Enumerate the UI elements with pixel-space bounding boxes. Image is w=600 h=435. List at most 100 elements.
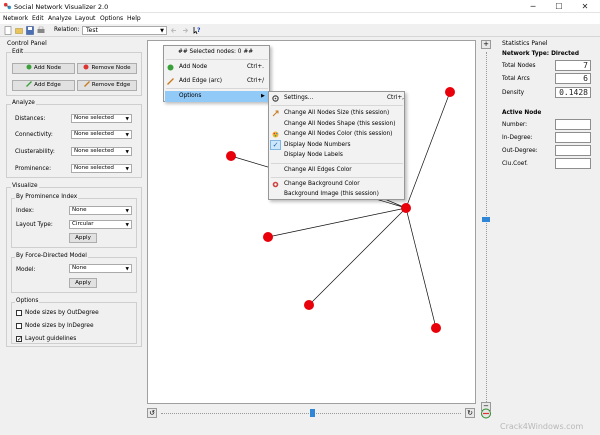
add-edge-label: Add Edge [34, 82, 61, 88]
app-icon [3, 2, 12, 10]
rotate-handle[interactable] [310, 409, 315, 417]
palette-icon [272, 131, 279, 138]
minimize-button[interactable]: ─ [520, 0, 546, 13]
arrow-right-icon[interactable] [181, 26, 189, 35]
model-value: None [72, 265, 87, 271]
whats-this-icon[interactable]: ? [193, 26, 201, 35]
graph-node[interactable] [263, 232, 273, 242]
active-node-title: Active Node [502, 110, 542, 116]
edge [405, 91, 451, 209]
distances-select[interactable]: None selected ▼ [71, 114, 132, 123]
prominence-apply-button[interactable]: Apply [69, 233, 97, 243]
add-node-button[interactable]: Add Node [12, 63, 75, 74]
reset-view-icon[interactable] [480, 408, 492, 419]
options-menu-item[interactable]: Options ▶ [165, 91, 269, 102]
index-select[interactable]: None ▼ [69, 206, 132, 215]
graph-node[interactable] [445, 87, 455, 97]
menu-analyze[interactable]: Analyze [48, 15, 72, 22]
edges-color-menu-item[interactable]: Change All Edges Color [269, 165, 404, 176]
add-node-menu-label: Add Node [179, 64, 208, 70]
outdegree-checkbox[interactable] [16, 310, 22, 316]
indegree-checkbox[interactable] [16, 323, 22, 329]
background-image-label: Background Image (this session) [284, 191, 379, 197]
maximize-button[interactable]: ☐ [546, 0, 572, 13]
options-group-title: Options [15, 298, 40, 304]
layout-guidelines-checkbox[interactable]: ✓ [16, 336, 22, 343]
add-edge-icon [26, 81, 33, 87]
relation-value: Test [86, 27, 98, 34]
save-icon[interactable] [26, 26, 34, 35]
density-value: 0.1428 [555, 87, 591, 98]
menu-layout[interactable]: Layout [75, 15, 95, 22]
menu-separator [271, 163, 403, 164]
chevron-down-icon: ▼ [125, 133, 129, 138]
add-edge-menu-item[interactable]: Add Edge (arc) Ctrl+/ [164, 76, 269, 87]
remove-node-button[interactable]: Remove Node [77, 63, 137, 74]
force-model-title: By Force-Directed Model [15, 253, 88, 259]
total-nodes-value: 7 [555, 60, 591, 71]
zoom-slider[interactable]: + − [480, 40, 494, 411]
index-value: None [72, 207, 87, 213]
arrow-left-icon[interactable] [170, 26, 178, 35]
add-node-label: Add Node [33, 65, 62, 71]
nodes-size-menu-item[interactable]: Change All Nodes Size (this session) [269, 108, 404, 119]
settings-menu-item[interactable]: Settings... Ctrl+, [269, 93, 404, 104]
add-node-menu-item[interactable]: Add Node Ctrl+. [164, 62, 269, 73]
relation-select[interactable]: Test ▼ [82, 26, 167, 35]
menu-edit[interactable]: Edit [32, 15, 44, 22]
new-file-icon[interactable] [4, 26, 12, 35]
remove-edge-button[interactable]: Remove Edge [77, 80, 137, 91]
total-nodes-label: Total Nodes [502, 63, 536, 69]
add-edge-icon [167, 78, 174, 85]
layout-type-select[interactable]: Circular ▼ [69, 220, 132, 229]
display-labels-menu-item[interactable]: Display Node Labels [269, 150, 404, 161]
chevron-right-icon: ▶ [261, 93, 265, 99]
remove-node-label: Remove Node [91, 65, 131, 71]
chevron-down-icon: ▼ [125, 267, 129, 272]
chevron-down-icon: ▼ [125, 223, 129, 228]
model-label: Model: [16, 267, 36, 273]
edit-group-title: Edit [11, 49, 25, 55]
number-value [555, 119, 591, 130]
zoom-handle[interactable] [482, 217, 490, 222]
rotate-slider[interactable]: ↺ ↻ [147, 407, 476, 419]
graph-node[interactable] [226, 151, 236, 161]
edges-color-label: Change All Edges Color [284, 167, 352, 173]
menu-network[interactable]: Network [3, 15, 28, 22]
number-label: Number: [502, 122, 528, 128]
chevron-down-icon: ▼ [125, 117, 129, 122]
watermark: Crack4Windows.com [500, 422, 584, 431]
visualize-group-title: Visualize [11, 183, 39, 189]
chevron-down-icon: ▼ [125, 167, 129, 172]
open-folder-icon[interactable] [15, 26, 23, 35]
control-panel-title: Control Panel [7, 40, 47, 47]
options-submenu: Settings... Ctrl+, Change All Nodes Size… [268, 91, 405, 200]
add-edge-button[interactable]: Add Edge [12, 80, 75, 91]
menu-options[interactable]: Options [100, 15, 123, 22]
connectivity-select[interactable]: None selected ▼ [71, 130, 132, 139]
edge [405, 207, 437, 329]
clusterability-label: Clusterability: [15, 149, 55, 155]
close-button[interactable]: ✕ [572, 0, 598, 13]
graph-node[interactable] [401, 203, 411, 213]
nodes-color-menu-item[interactable]: Change All Nodes Color (this session) [269, 129, 404, 140]
paint-icon [272, 181, 279, 188]
relation-label: Relation: [54, 27, 80, 33]
rotate-right-icon[interactable]: ↻ [465, 408, 475, 418]
layout-guidelines-label: Layout guidelines [25, 336, 77, 342]
prominence-select[interactable]: None selected ▼ [71, 164, 132, 173]
background-image-menu-item[interactable]: Background Image (this session) [269, 189, 404, 200]
force-apply-button[interactable]: Apply [69, 278, 97, 288]
outdegree-label: Node sizes by OutDegree [25, 310, 99, 316]
gear-icon [272, 95, 279, 102]
zoom-in-icon[interactable]: + [481, 40, 491, 49]
context-menu: ## Selected nodes: 0 ## Add Node Ctrl+. … [163, 45, 270, 102]
print-icon[interactable] [37, 26, 45, 35]
graph-node[interactable] [304, 300, 314, 310]
clusterability-select[interactable]: None selected ▼ [71, 147, 132, 156]
graph-node[interactable] [431, 323, 441, 333]
add-node-shortcut: Ctrl+. [247, 64, 265, 70]
menu-help[interactable]: Help [127, 15, 141, 22]
rotate-left-icon[interactable]: ↺ [147, 408, 157, 418]
model-select[interactable]: None ▼ [69, 264, 132, 273]
